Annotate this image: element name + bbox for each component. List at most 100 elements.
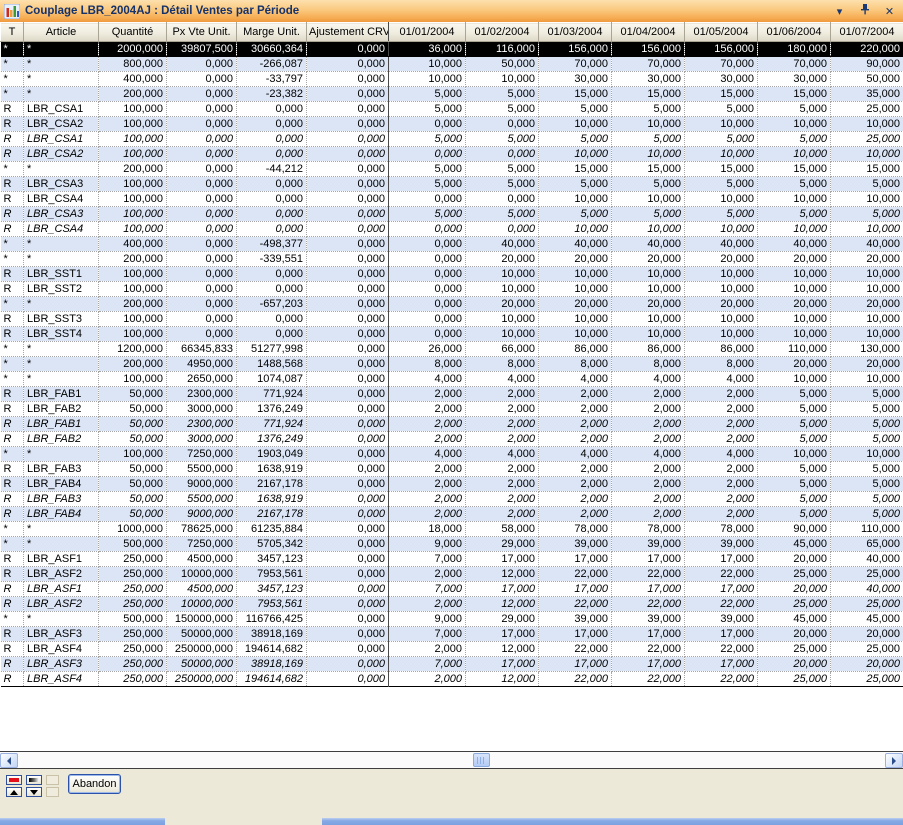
- cell-value[interactable]: 10,000: [685, 192, 758, 207]
- cell-value[interactable]: 2,000: [539, 492, 612, 507]
- cell-value[interactable]: 0,000: [307, 342, 389, 357]
- cell-value[interactable]: 40,000: [831, 582, 903, 597]
- cell-value[interactable]: 17,000: [685, 552, 758, 567]
- column-header[interactable]: 01/05/2004: [685, 23, 758, 42]
- cell-value[interactable]: 3457,123: [237, 582, 307, 597]
- cell-value[interactable]: 5705,342: [237, 537, 307, 552]
- cell-value[interactable]: 30660,364: [237, 42, 307, 57]
- cell-value[interactable]: 220,000: [831, 42, 903, 57]
- cell-article[interactable]: LBR_CSA2: [24, 147, 99, 162]
- cell-type[interactable]: *: [1, 162, 24, 177]
- cell-value[interactable]: 50000,000: [167, 657, 237, 672]
- cell-article[interactable]: LBR_SST2: [24, 282, 99, 297]
- cell-value[interactable]: 10,000: [389, 57, 466, 72]
- cell-value[interactable]: 5,000: [539, 207, 612, 222]
- cell-value[interactable]: 250,000: [99, 567, 167, 582]
- cell-value[interactable]: 9,000: [389, 537, 466, 552]
- cell-value[interactable]: 1488,568: [237, 357, 307, 372]
- cell-type[interactable]: R: [1, 222, 24, 237]
- cell-value[interactable]: 90,000: [758, 522, 831, 537]
- cell-type[interactable]: R: [1, 657, 24, 672]
- cell-value[interactable]: 5,000: [831, 432, 903, 447]
- cell-value[interactable]: 78,000: [539, 522, 612, 537]
- table-row[interactable]: **1200,00066345,83351277,9980,00026,0006…: [1, 342, 903, 357]
- cell-article[interactable]: LBR_ASF1: [24, 552, 99, 567]
- cell-value[interactable]: 2,000: [612, 477, 685, 492]
- cell-value[interactable]: 0,000: [466, 222, 539, 237]
- cell-value[interactable]: 35,000: [831, 87, 903, 102]
- cell-value[interactable]: 10000,000: [167, 597, 237, 612]
- table-row[interactable]: RLBR_ASF3250,00050000,00038918,1690,0007…: [1, 627, 903, 642]
- table-row[interactable]: RLBR_CSA4100,0000,0000,0000,0000,0000,00…: [1, 222, 903, 237]
- cell-value[interactable]: 0,000: [307, 417, 389, 432]
- column-header[interactable]: Px Vte Unit.: [167, 23, 237, 42]
- cell-value[interactable]: 0,000: [389, 192, 466, 207]
- cell-value[interactable]: 0,000: [307, 462, 389, 477]
- table-row[interactable]: RLBR_SST1100,0000,0000,0000,0000,00010,0…: [1, 267, 903, 282]
- cell-value[interactable]: 10,000: [685, 267, 758, 282]
- cell-value[interactable]: 2,000: [685, 387, 758, 402]
- cell-value[interactable]: 38918,169: [237, 627, 307, 642]
- cell-value[interactable]: 100,000: [99, 447, 167, 462]
- cell-value[interactable]: 22,000: [685, 597, 758, 612]
- cell-value[interactable]: 116766,425: [237, 612, 307, 627]
- table-row[interactable]: RLBR_CSA4100,0000,0000,0000,0000,0000,00…: [1, 192, 903, 207]
- cell-value[interactable]: 22,000: [685, 567, 758, 582]
- cell-value[interactable]: 10,000: [831, 282, 903, 297]
- cell-value[interactable]: 0,000: [237, 207, 307, 222]
- cell-value[interactable]: 0,000: [237, 102, 307, 117]
- cell-value[interactable]: 2,000: [466, 432, 539, 447]
- cell-value[interactable]: 5,000: [539, 132, 612, 147]
- cell-value[interactable]: 10,000: [831, 372, 903, 387]
- cell-value[interactable]: 90,000: [831, 57, 903, 72]
- table-row[interactable]: RLBR_FAB350,0005500,0001638,9190,0002,00…: [1, 462, 903, 477]
- cell-value[interactable]: 15,000: [539, 87, 612, 102]
- cell-value[interactable]: 0,000: [237, 192, 307, 207]
- table-row[interactable]: RLBR_FAB450,0009000,0002167,1780,0002,00…: [1, 507, 903, 522]
- cell-value[interactable]: 25,000: [758, 567, 831, 582]
- cell-article[interactable]: LBR_SST4: [24, 327, 99, 342]
- cell-value[interactable]: 200,000: [99, 297, 167, 312]
- cell-article[interactable]: LBR_CSA3: [24, 207, 99, 222]
- cell-value[interactable]: 0,000: [237, 282, 307, 297]
- cell-value[interactable]: 10,000: [612, 147, 685, 162]
- cell-value[interactable]: 0,000: [307, 57, 389, 72]
- cell-value[interactable]: 10,000: [612, 312, 685, 327]
- cell-value[interactable]: 38918,169: [237, 657, 307, 672]
- cell-value[interactable]: 15,000: [685, 162, 758, 177]
- cell-value[interactable]: 25,000: [758, 672, 831, 687]
- cell-value[interactable]: 30,000: [758, 72, 831, 87]
- cell-value[interactable]: 5,000: [831, 387, 903, 402]
- cell-value[interactable]: 20,000: [539, 297, 612, 312]
- cell-value[interactable]: 500,000: [99, 537, 167, 552]
- cell-value[interactable]: 2,000: [612, 432, 685, 447]
- cell-value[interactable]: 5,000: [466, 132, 539, 147]
- cell-value[interactable]: 5,000: [758, 207, 831, 222]
- cell-value[interactable]: 0,000: [307, 357, 389, 372]
- cell-value[interactable]: 17,000: [466, 552, 539, 567]
- cell-article[interactable]: *: [24, 357, 99, 372]
- cell-value[interactable]: 2300,000: [167, 387, 237, 402]
- cell-value[interactable]: 22,000: [612, 642, 685, 657]
- cell-value[interactable]: 78,000: [612, 522, 685, 537]
- scrollbar-thumb[interactable]: [473, 753, 490, 767]
- cell-type[interactable]: R: [1, 552, 24, 567]
- cell-value[interactable]: 20,000: [685, 252, 758, 267]
- cell-type[interactable]: *: [1, 342, 24, 357]
- cell-type[interactable]: *: [1, 537, 24, 552]
- cell-value[interactable]: 5,000: [539, 102, 612, 117]
- cell-value[interactable]: 5,000: [685, 207, 758, 222]
- cell-value[interactable]: 10,000: [831, 222, 903, 237]
- table-row[interactable]: RLBR_FAB150,0002300,000771,9240,0002,000…: [1, 417, 903, 432]
- cell-value[interactable]: 17,000: [685, 657, 758, 672]
- cell-value[interactable]: 9,000: [389, 612, 466, 627]
- cell-value[interactable]: 10,000: [831, 267, 903, 282]
- cell-value[interactable]: 2,000: [466, 477, 539, 492]
- cell-value[interactable]: 10000,000: [167, 567, 237, 582]
- cell-value[interactable]: 2,000: [685, 492, 758, 507]
- cell-value[interactable]: 2300,000: [167, 417, 237, 432]
- cell-value[interactable]: 1638,919: [237, 492, 307, 507]
- cell-value[interactable]: 66345,833: [167, 342, 237, 357]
- cell-value[interactable]: 5,000: [466, 177, 539, 192]
- cell-type[interactable]: *: [1, 252, 24, 267]
